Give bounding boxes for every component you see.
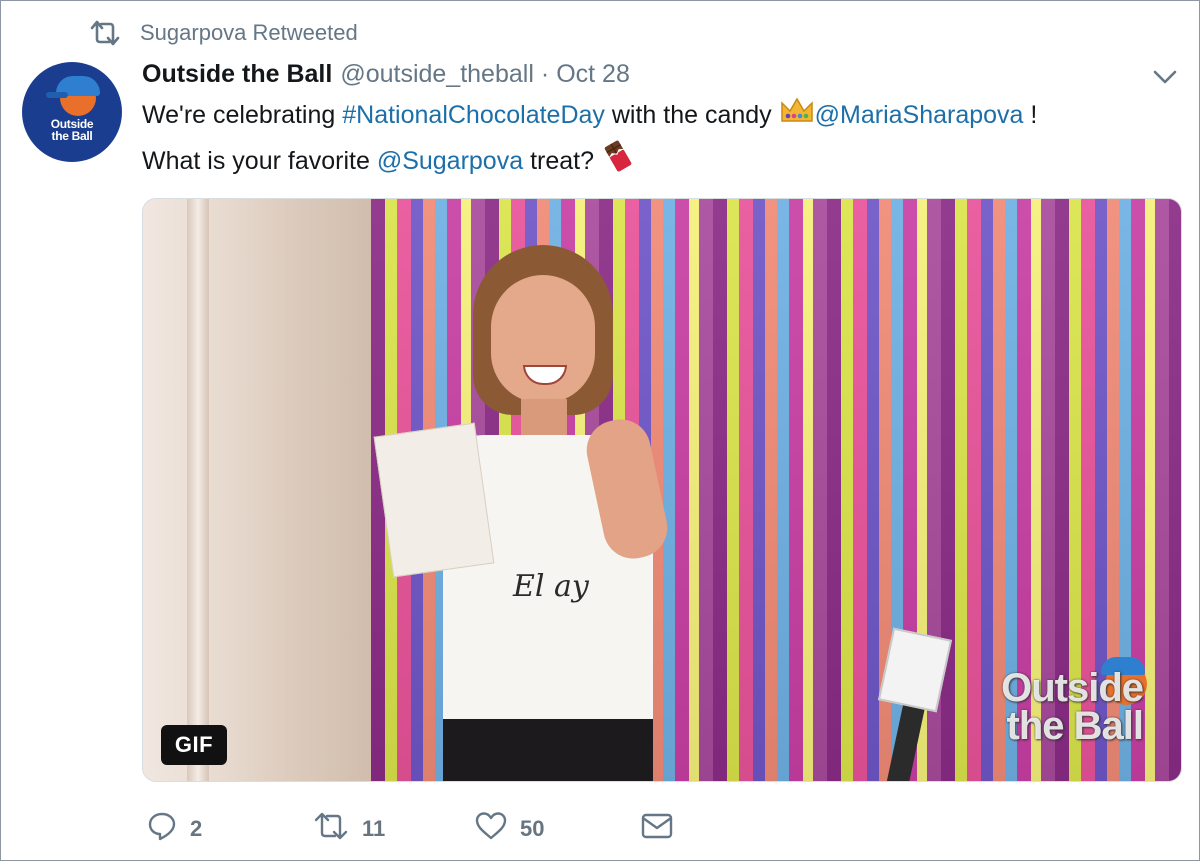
direct-message-button[interactable]	[640, 812, 674, 846]
tweet-header: Outside the Ball @outside_theball · Oct …	[142, 56, 630, 92]
tweet-text-segment: What is your favorite	[142, 147, 377, 175]
shirt-text: El ay	[513, 569, 589, 604]
person-skirt	[443, 719, 653, 781]
heart-icon	[474, 810, 508, 848]
hashtag-link[interactable]: #NationalChocolateDay	[342, 101, 605, 129]
tweet-text: We're celebrating #NationalChocolateDay …	[142, 94, 1182, 187]
retweet-icon	[88, 20, 122, 46]
tweet-timestamp[interactable]: Oct 28	[556, 60, 630, 89]
chocolate-bar-emoji	[601, 138, 635, 187]
media-person: El ay	[373, 239, 703, 781]
retweet-button[interactable]: 11	[312, 811, 474, 847]
header-separator: ·	[540, 59, 550, 88]
reply-button[interactable]: 2	[146, 810, 312, 848]
watermark-line1: Outside	[1001, 666, 1144, 710]
gif-media[interactable]: El ay Outside the Ball GIF	[142, 198, 1182, 782]
tweet-text-segment: We're celebrating	[142, 101, 343, 129]
gif-badge: GIF	[161, 725, 227, 765]
tweet-text-segment: !	[1023, 101, 1038, 129]
reply-icon	[146, 810, 178, 848]
crown-emoji	[779, 95, 815, 138]
tweet-text-segment: with the candy	[604, 101, 779, 129]
watermark-line2: the Ball	[1006, 704, 1144, 748]
retweet-icon	[312, 811, 350, 847]
avatar-cap-bill	[46, 92, 68, 98]
chevron-down-icon[interactable]	[1150, 64, 1180, 90]
media-doorframe	[187, 199, 209, 781]
like-button[interactable]: 50	[474, 810, 640, 848]
media-watermark: Outside the Ball	[933, 657, 1147, 769]
retweet-context-text[interactable]: Sugarpova Retweeted	[140, 20, 358, 46]
retweet-context: Sugarpova Retweeted	[88, 18, 358, 48]
envelope-icon	[640, 812, 674, 846]
mention-sugarpova[interactable]: @Sugarpova	[377, 147, 523, 175]
tweet-text-segment: treat?	[523, 147, 601, 175]
retweet-count: 11	[362, 816, 386, 841]
person-card	[373, 422, 495, 578]
avatar[interactable]: Outside the Ball	[22, 62, 122, 162]
author-handle[interactable]: @outside_theball	[340, 60, 534, 89]
media-wall	[143, 199, 393, 781]
author-name[interactable]: Outside the Ball	[142, 60, 332, 89]
avatar-logo-line2: the Ball	[51, 129, 93, 143]
mention-mariasharapova[interactable]: @MariaSharapova	[815, 101, 1024, 129]
avatar-logo-text: Outside the Ball	[22, 118, 122, 142]
like-count: 50	[520, 816, 545, 841]
reply-count: 2	[190, 816, 203, 841]
tweet-actions: 2 11 50	[146, 810, 674, 848]
